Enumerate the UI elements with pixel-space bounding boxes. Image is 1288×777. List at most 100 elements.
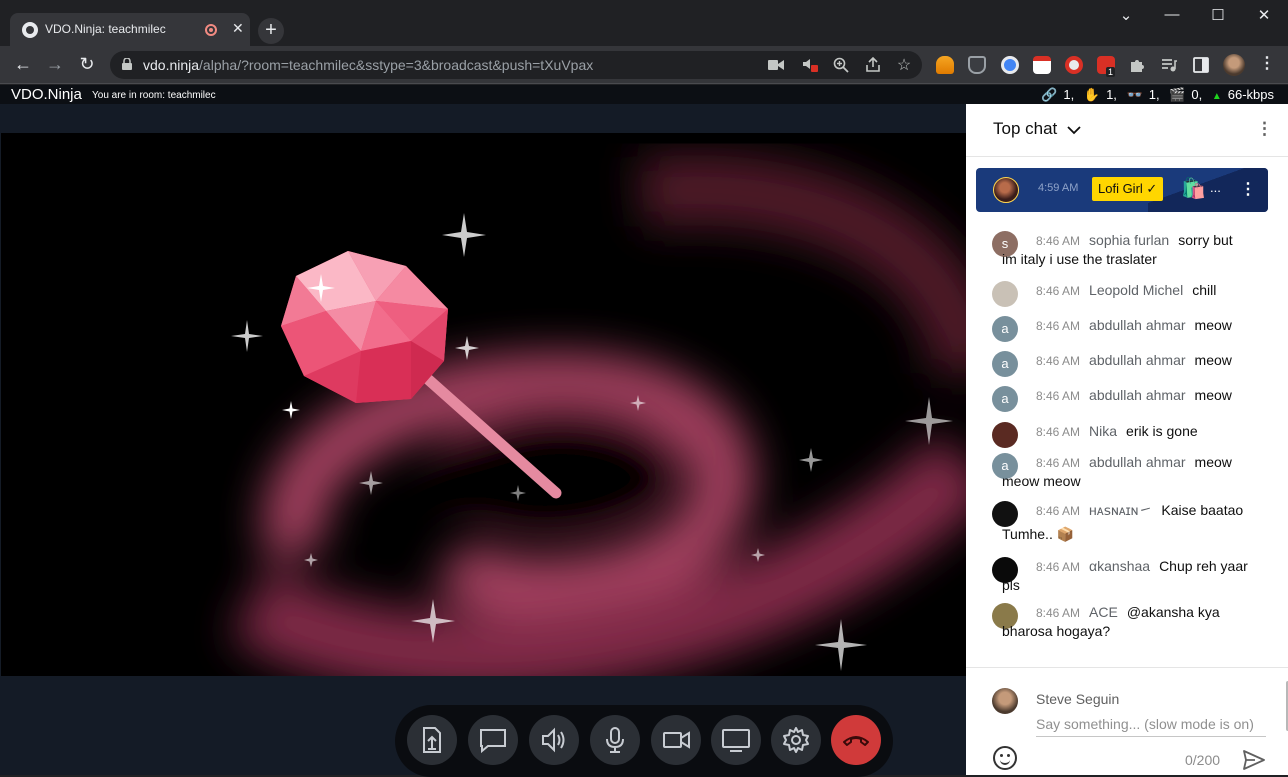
chevron-down-icon[interactable] bbox=[1066, 119, 1082, 139]
tab-close-icon[interactable]: ✕ bbox=[232, 20, 244, 37]
tab-search-chevron-icon[interactable]: ⌄ bbox=[1114, 6, 1138, 24]
screen-share-video[interactable] bbox=[1, 133, 966, 676]
calendar-extension-icon[interactable] bbox=[1033, 56, 1051, 74]
message-text-continued: meow meow bbox=[1002, 473, 1081, 489]
character-count: 0/200 bbox=[1185, 752, 1221, 768]
vdo-ninja-app: VDO.Ninja You are in room: teachmilec 🔗 1… bbox=[0, 85, 1288, 777]
message-author[interactable]: abdullah ahmar bbox=[1089, 352, 1186, 368]
speaker-button[interactable] bbox=[529, 715, 579, 765]
sidepanel-icon[interactable] bbox=[1192, 56, 1210, 74]
bookmark-star-icon[interactable]: ☆ bbox=[896, 55, 912, 75]
message-author[interactable]: ACE bbox=[1089, 604, 1118, 620]
hand-count: 1, bbox=[1106, 87, 1117, 102]
badge-extension-icon[interactable]: 1 bbox=[1097, 56, 1116, 77]
avatar bbox=[992, 501, 1018, 527]
control-bar bbox=[395, 705, 893, 777]
app-top-bar: VDO.Ninja You are in room: teachmilec 🔗 1… bbox=[0, 85, 1288, 104]
message-line: 8:46 AM ACE @akansha kya bbox=[1036, 603, 1262, 623]
pinned-author-badge[interactable]: Lofi Girl ✓ bbox=[1092, 177, 1164, 201]
settings-button[interactable] bbox=[771, 715, 821, 765]
share-file-button[interactable] bbox=[407, 715, 457, 765]
message-line: 8:46 AM abdullah ahmar meow bbox=[1036, 386, 1262, 406]
blocked-sound-icon[interactable] bbox=[802, 58, 818, 72]
chat-mode-label[interactable]: Top chat bbox=[993, 119, 1057, 139]
message-author[interactable]: abdullah ahmar bbox=[1089, 387, 1186, 403]
url-host: vdo.ninja bbox=[143, 57, 200, 73]
settings-gear-icon bbox=[783, 727, 809, 753]
message-time: 8:46 AM bbox=[1036, 560, 1081, 574]
url-path: /alpha/?room=teachmilec&sstype=3&broadca… bbox=[199, 57, 594, 73]
speaker-icon bbox=[542, 727, 565, 753]
reload-button[interactable]: ↻ bbox=[76, 54, 98, 74]
browser-menu-icon[interactable]: ⋮ bbox=[1256, 54, 1278, 74]
message-text: sorry but bbox=[1178, 232, 1233, 248]
share-icon[interactable] bbox=[865, 57, 881, 73]
hangup-button[interactable] bbox=[831, 715, 881, 765]
live-chat-panel: Top chat ⋮ 4:59 AM Lofi Girl ✓ 🛍️ ... ⋮ … bbox=[966, 104, 1288, 775]
chat-button[interactable] bbox=[468, 715, 518, 765]
media-icon[interactable] bbox=[1160, 56, 1178, 74]
camera-icon[interactable] bbox=[768, 59, 784, 71]
microphone-button[interactable] bbox=[590, 715, 640, 765]
browser-tab[interactable]: VDO.Ninja: teachmilec ✕ bbox=[10, 13, 250, 46]
minimize-button[interactable]: — bbox=[1160, 6, 1184, 23]
message-author[interactable]: abdullah ahmar bbox=[1089, 317, 1186, 333]
chat-input[interactable]: Say something... (slow mode is on) bbox=[1036, 716, 1266, 737]
camera-button[interactable] bbox=[651, 715, 701, 765]
message-text: Chup reh yaar bbox=[1159, 558, 1248, 574]
profile-avatar[interactable] bbox=[1223, 54, 1245, 76]
vdo-ninja-favicon-icon bbox=[22, 22, 38, 38]
message-line: 8:46 AM Leopold Michel chill bbox=[1036, 281, 1262, 301]
back-button[interactable]: ← bbox=[12, 54, 34, 74]
avatar bbox=[992, 688, 1018, 714]
message-time: 8:46 AM bbox=[1036, 319, 1081, 333]
message-line: 8:46 AM abdullah ahmar meow bbox=[1036, 351, 1262, 371]
message-time: 8:46 AM bbox=[1036, 389, 1081, 403]
message-author[interactable]: abdullah ahmar bbox=[1089, 454, 1186, 470]
message-text: meow bbox=[1194, 387, 1232, 403]
message-author[interactable]: sophia furlan bbox=[1089, 232, 1169, 248]
emoji-picker-icon[interactable] bbox=[993, 746, 1017, 770]
message-text-continued: im italy i use the traslater bbox=[1002, 251, 1157, 267]
lock-icon bbox=[122, 58, 132, 70]
message-line: 8:46 AM Nika erik is gone bbox=[1036, 422, 1262, 442]
chrome-extension-icon[interactable] bbox=[1001, 56, 1019, 74]
new-tab-button[interactable]: + bbox=[258, 18, 284, 44]
recorder-extension-icon[interactable] bbox=[1065, 56, 1083, 74]
link-icon: 🔗 bbox=[1041, 87, 1058, 102]
puzzle-icon[interactable] bbox=[1128, 56, 1146, 74]
extension-badge-count: 1 bbox=[1106, 67, 1116, 77]
chat-composer: Steve Seguin Say something... (slow mode… bbox=[966, 667, 1288, 775]
screen-share-icon bbox=[722, 729, 750, 752]
message-line: 8:46 AM ʜᴀꜱɴᴀɪɴ㇀ Kaise baatao bbox=[1036, 501, 1262, 521]
brand-logo[interactable]: VDO.Ninja bbox=[11, 86, 82, 103]
message-author[interactable]: Leopold Michel bbox=[1089, 282, 1183, 298]
viewer-count: 1, bbox=[1148, 87, 1160, 102]
window-close-button[interactable]: ✕ bbox=[1252, 6, 1276, 24]
avatar: a bbox=[992, 386, 1018, 412]
url-text[interactable]: vdo.ninja/alpha/?room=teachmilec&sstype=… bbox=[143, 57, 593, 73]
forward-button[interactable]: → bbox=[44, 54, 66, 74]
screen-share-button[interactable] bbox=[711, 715, 761, 765]
message-line: 8:46 AM abdullah ahmar meow bbox=[1036, 316, 1262, 336]
ublock-icon[interactable] bbox=[968, 56, 986, 74]
message-time: 8:46 AM bbox=[1036, 234, 1081, 248]
chat-header: Top chat ⋮ bbox=[966, 104, 1288, 157]
message-author[interactable]: Nika bbox=[1089, 423, 1117, 439]
message-line: 8:46 AM αkanshaa Chup reh yaar bbox=[1036, 557, 1262, 577]
avatar bbox=[992, 281, 1018, 307]
address-bar[interactable]: vdo.ninja/alpha/?room=teachmilec&sstype=… bbox=[110, 51, 922, 79]
message-text-continued: bharosa hogaya? bbox=[1002, 623, 1111, 639]
link-count: 1, bbox=[1063, 87, 1075, 102]
maximize-button[interactable]: ☐ bbox=[1206, 6, 1230, 24]
camera-icon bbox=[663, 731, 690, 749]
zoom-icon[interactable] bbox=[833, 57, 849, 73]
pinned-message[interactable]: 4:59 AM Lofi Girl ✓ 🛍️ ... ⋮ bbox=[976, 168, 1268, 212]
pinned-more-icon[interactable]: ⋮ bbox=[1240, 179, 1256, 199]
message-author[interactable]: αkanshaa bbox=[1089, 558, 1150, 574]
chat-more-menu-icon[interactable]: ⋮ bbox=[1256, 119, 1273, 139]
message-author[interactable]: ʜᴀꜱɴᴀɪɴ㇀ bbox=[1089, 502, 1152, 518]
cloud-extension-icon[interactable] bbox=[936, 56, 954, 74]
send-icon[interactable] bbox=[1242, 748, 1266, 772]
upload-arrow-icon: ▲ bbox=[1211, 91, 1222, 102]
